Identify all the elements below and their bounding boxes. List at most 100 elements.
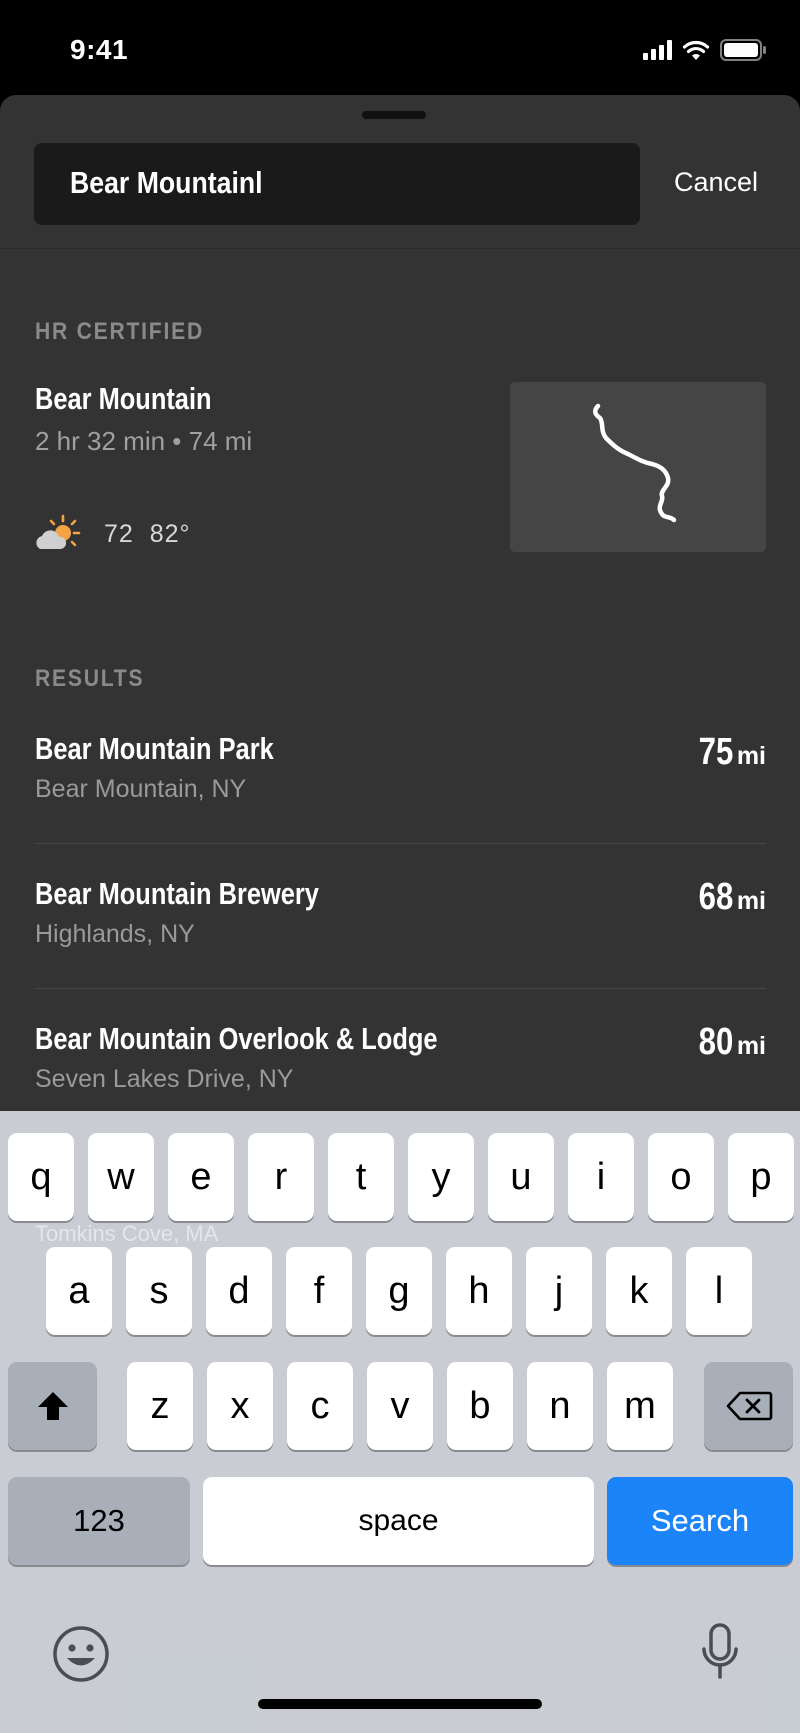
shift-icon [37, 1392, 68, 1420]
key-label: j [554, 1269, 564, 1312]
result-name: Bear Mountain Overlook & Lodge [35, 1021, 438, 1056]
result-distance-value: 68 [698, 876, 733, 918]
key-label: w [107, 1155, 135, 1198]
delete-key[interactable] [704, 1362, 793, 1450]
key-label: b [469, 1384, 491, 1427]
key-label: z [150, 1384, 170, 1427]
key-label: i [596, 1155, 606, 1198]
on-screen-keyboard: Tomkins Cove, MA q w e r t y u i o p a s d f g h j k l z x c v… [0, 1111, 800, 1733]
key-label: e [190, 1155, 212, 1198]
key-j[interactable]: j [526, 1247, 592, 1335]
key-v[interactable]: v [367, 1362, 433, 1450]
key-e[interactable]: e [168, 1133, 234, 1221]
key-label: y [431, 1155, 451, 1198]
key-u[interactable]: u [488, 1133, 554, 1221]
key-label: x [230, 1384, 250, 1427]
key-p[interactable]: p [728, 1133, 794, 1221]
emoji-icon[interactable] [50, 1623, 112, 1685]
numbers-key-label: 123 [73, 1503, 125, 1538]
cellular-signal-icon [643, 40, 672, 60]
key-c[interactable]: c [287, 1362, 353, 1450]
result-distance-unit: mi [736, 1032, 766, 1060]
backspace-icon [726, 1391, 772, 1421]
result-row[interactable]: Bear Mountain Park Bear Mountain, NY 75 m… [35, 731, 766, 871]
key-o[interactable]: o [648, 1133, 714, 1221]
search-key[interactable]: Search [607, 1477, 793, 1565]
status-time: 9:41 [70, 34, 129, 65]
space-key-label: space [358, 1504, 439, 1537]
result-distance-value: 75 [698, 731, 733, 773]
key-a[interactable]: a [46, 1247, 112, 1335]
key-label: a [68, 1269, 90, 1312]
status-icons [643, 38, 766, 62]
route-path-icon [593, 403, 677, 523]
key-label: l [714, 1269, 724, 1312]
key-label: v [390, 1384, 410, 1427]
microphone-icon[interactable] [700, 1621, 740, 1685]
key-label: f [313, 1269, 325, 1312]
battery-icon [720, 39, 766, 61]
weather-info: 72 82° [32, 513, 191, 555]
certified-section-title: HR CERTIFIED [35, 318, 204, 345]
weather-temperatures: 72 82° [104, 519, 191, 548]
certified-route-meta: 2 hr 32 min • 74 mi [35, 426, 253, 456]
sheet-grabber[interactable] [362, 111, 426, 119]
key-i[interactable]: i [568, 1133, 634, 1221]
key-t[interactable]: t [328, 1133, 394, 1221]
key-label: o [670, 1155, 692, 1198]
header-divider [0, 248, 800, 249]
cancel-button[interactable]: Cancel [674, 167, 758, 198]
wifi-icon [682, 40, 710, 60]
key-s[interactable]: s [126, 1247, 192, 1335]
route-map-thumbnail [510, 382, 766, 552]
key-n[interactable]: n [527, 1362, 593, 1450]
key-h[interactable]: h [446, 1247, 512, 1335]
key-label: q [30, 1155, 52, 1198]
result-name: Bear Mountain Brewery [35, 876, 319, 911]
result-name: Bear Mountain Park [35, 731, 274, 766]
result-distance: 68 mi [691, 876, 766, 919]
results-section-title: RESULTS [35, 665, 145, 692]
key-z[interactable]: z [127, 1362, 193, 1450]
key-label: u [510, 1155, 532, 1198]
result-distance-value: 80 [698, 1021, 733, 1063]
result-location: Highlands, NY [35, 920, 195, 948]
partial-result-location: Tomkins Cove, MA [35, 1221, 219, 1246]
home-indicator [258, 1699, 542, 1709]
key-b[interactable]: b [447, 1362, 513, 1450]
key-k[interactable]: k [606, 1247, 672, 1335]
key-y[interactable]: y [408, 1133, 474, 1221]
result-distance-unit: mi [736, 742, 766, 770]
key-q[interactable]: q [8, 1133, 74, 1221]
shift-key[interactable] [8, 1362, 97, 1450]
key-f[interactable]: f [286, 1247, 352, 1335]
result-location: Bear Mountain, NY [35, 775, 247, 803]
key-w[interactable]: w [88, 1133, 154, 1221]
key-label: c [310, 1384, 330, 1427]
result-row[interactable]: Bear Mountain Brewery Highlands, NY 68 mi [35, 876, 766, 1016]
row-divider [35, 988, 766, 989]
key-x[interactable]: x [207, 1362, 273, 1450]
key-g[interactable]: g [366, 1247, 432, 1335]
certified-route-name: Bear Mountain [35, 381, 212, 416]
key-m[interactable]: m [607, 1362, 673, 1450]
key-label: n [549, 1384, 571, 1427]
key-label: k [629, 1269, 649, 1312]
key-label: g [388, 1269, 410, 1312]
numbers-key[interactable]: 123 [8, 1477, 190, 1565]
key-label: s [149, 1269, 169, 1312]
row-divider [35, 843, 766, 844]
partly-sunny-icon [36, 514, 81, 549]
status-bar: 9:41 [0, 0, 800, 95]
key-r[interactable]: r [248, 1133, 314, 1221]
key-d[interactable]: d [206, 1247, 272, 1335]
search-input[interactable]: Bear Mountainl [34, 143, 640, 225]
key-label: r [274, 1155, 288, 1198]
key-label: h [468, 1269, 490, 1312]
search-key-label: Search [650, 1503, 750, 1538]
result-distance-unit: mi [736, 887, 766, 915]
key-label: t [355, 1155, 367, 1198]
key-label: m [624, 1384, 656, 1427]
key-l[interactable]: l [686, 1247, 752, 1335]
space-key[interactable]: space [203, 1477, 594, 1565]
